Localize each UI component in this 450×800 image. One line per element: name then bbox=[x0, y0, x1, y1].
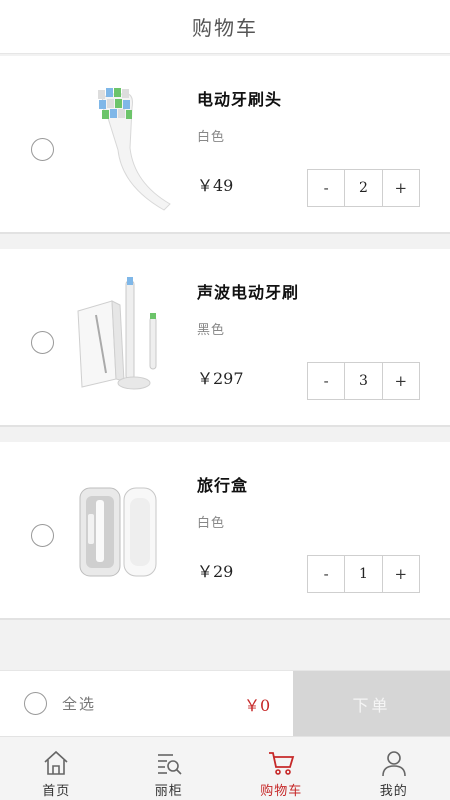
item-variant: 白色 bbox=[197, 130, 226, 145]
tab-label: 丽柜 bbox=[154, 784, 183, 799]
bottom-tab-bar: 首页 丽柜 购物车 我的 bbox=[0, 736, 450, 800]
increase-button[interactable]: + bbox=[383, 170, 419, 206]
item-name: 旅行盒 bbox=[197, 476, 249, 495]
increase-button[interactable]: + bbox=[383, 363, 419, 399]
decrease-button[interactable]: - bbox=[308, 556, 344, 592]
item-select-radio[interactable] bbox=[31, 331, 54, 354]
product-image-sonic-toothbrush-set bbox=[72, 271, 182, 411]
item-name: 声波电动牙刷 bbox=[197, 283, 300, 302]
select-all-label[interactable]: 全选 bbox=[62, 693, 96, 714]
tab-cart[interactable]: 购物车 bbox=[225, 737, 338, 800]
item-select-radio[interactable] bbox=[31, 524, 54, 547]
item-price: ￥29 bbox=[197, 562, 234, 581]
search-list-icon bbox=[157, 754, 182, 775]
tab-label: 首页 bbox=[42, 784, 71, 799]
tab-showcase[interactable]: 丽柜 bbox=[113, 737, 226, 800]
place-order-button[interactable]: 下单 bbox=[293, 671, 450, 737]
total-price: ￥0 bbox=[244, 696, 271, 715]
decrease-button[interactable]: - bbox=[308, 363, 344, 399]
item-variant: 黑色 bbox=[197, 323, 226, 338]
item-price: ￥297 bbox=[197, 369, 244, 388]
select-all-radio[interactable] bbox=[24, 692, 47, 715]
item-price: ￥49 bbox=[197, 176, 234, 195]
tab-profile[interactable]: 我的 bbox=[338, 737, 450, 800]
product-image-toothbrush-head bbox=[72, 78, 182, 218]
quantity-value[interactable]: 1 bbox=[344, 556, 383, 592]
quantity-value[interactable]: 3 bbox=[344, 363, 383, 399]
tab-label: 购物车 bbox=[260, 784, 303, 799]
quantity-stepper: - 1 + bbox=[307, 555, 420, 593]
item-select-radio[interactable] bbox=[31, 138, 54, 161]
home-icon bbox=[44, 750, 68, 775]
cart-item: 电动牙刷头 白色 ￥49 - 2 + bbox=[0, 56, 450, 234]
cart-item: 声波电动牙刷 黑色 ￥297 - 3 + bbox=[0, 249, 450, 427]
decrease-button[interactable]: - bbox=[308, 170, 344, 206]
quantity-stepper: - 2 + bbox=[307, 169, 420, 207]
cart-item: 旅行盒 白色 ￥29 - 1 + bbox=[0, 442, 450, 620]
checkout-bar: 全选 ￥0 下单 bbox=[0, 670, 450, 737]
cart-icon bbox=[269, 752, 295, 775]
tab-home[interactable]: 首页 bbox=[0, 737, 113, 800]
increase-button[interactable]: + bbox=[383, 556, 419, 592]
user-icon bbox=[381, 751, 406, 777]
product-image-travel-case bbox=[72, 464, 182, 604]
quantity-value[interactable]: 2 bbox=[344, 170, 383, 206]
top-bar: 购物车 bbox=[0, 0, 450, 54]
quantity-stepper: - 3 + bbox=[307, 362, 420, 400]
item-name: 电动牙刷头 bbox=[197, 90, 283, 109]
item-variant: 白色 bbox=[197, 516, 226, 531]
page-title: 购物车 bbox=[192, 16, 258, 40]
tab-label: 我的 bbox=[379, 784, 408, 799]
